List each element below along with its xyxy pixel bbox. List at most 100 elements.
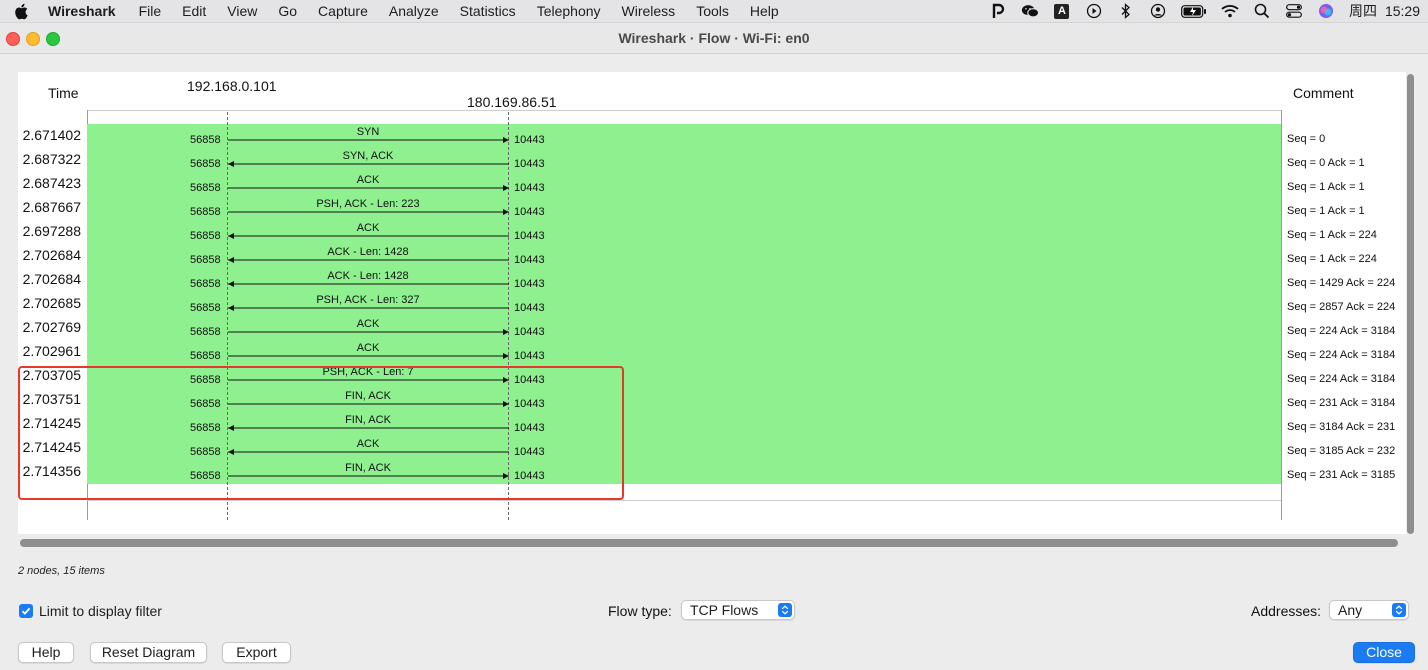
flow-arrow-right (228, 137, 509, 143)
menu-edit[interactable]: Edit (182, 3, 206, 19)
menu-statistics[interactable]: Statistics (460, 3, 516, 19)
flow-arrow-left (228, 305, 509, 311)
flow-src-port: 56858 (190, 158, 221, 170)
chevron-updown-icon (1392, 603, 1406, 617)
menu-help[interactable]: Help (750, 3, 779, 19)
flow-arrow-left (228, 161, 509, 167)
flow-src-port: 56858 (190, 302, 221, 314)
menu-telephony[interactable]: Telephony (537, 3, 601, 19)
flow-type-label: Flow type: (608, 603, 672, 619)
help-button[interactable]: Help (18, 642, 74, 663)
flow-src-port: 56858 (190, 206, 221, 218)
close-button[interactable]: Close (1353, 642, 1415, 663)
addresses-label: Addresses: (1251, 603, 1322, 619)
flow-comment: Seq = 231 Ack = 3184 (1287, 397, 1396, 409)
flow-type-value: TCP Flows (690, 602, 759, 618)
input-method-icon[interactable]: A (1053, 3, 1071, 19)
flow-arrow-right (228, 185, 509, 191)
horizontal-scrollbar[interactable] (20, 539, 1398, 547)
flow-row[interactable]: 2.702769 56858 ACK 10443 Seq = 224 Ack = 318… (18, 316, 1406, 340)
menu-go[interactable]: Go (278, 3, 297, 19)
menu-bar: Wireshark File Edit View Go Capture Anal… (0, 0, 1428, 23)
flow-time: 2.671402 (22, 127, 81, 143)
status-area: A 周四 15:29 (989, 0, 1420, 22)
flow-row[interactable]: 2.697288 56858 ACK 10443 Seq = 1 Ack = 224 (18, 220, 1406, 244)
menu-analyze[interactable]: Analyze (389, 3, 439, 19)
limit-filter-checkbox[interactable] (19, 604, 33, 618)
limit-filter-control[interactable]: Limit to display filter (19, 603, 162, 619)
play-icon[interactable] (1085, 3, 1103, 19)
flow-src-port: 56858 (190, 134, 221, 146)
flow-dst-port: 10443 (514, 302, 545, 314)
flow-comment: Seq = 1429 Ack = 224 (1287, 277, 1396, 289)
flow-dst-port: 10443 (514, 134, 545, 146)
flow-time: 2.687322 (22, 151, 81, 167)
menu-tools[interactable]: Tools (696, 3, 729, 19)
flow-row[interactable]: 2.671402 56858 SYN 10443 Seq = 0 (18, 124, 1406, 148)
wifi-icon[interactable] (1221, 3, 1239, 19)
p-app-icon[interactable] (989, 3, 1007, 19)
flow-time: 2.702684 (22, 247, 81, 263)
flow-dst-port: 10443 (514, 206, 545, 218)
flow-arrow-left (228, 257, 509, 263)
flow-comment: Seq = 224 Ack = 3184 (1287, 325, 1396, 337)
reset-diagram-button[interactable]: Reset Diagram (90, 642, 207, 663)
addresses-select[interactable]: Any (1329, 600, 1409, 620)
flow-row[interactable]: 2.687667 56858 PSH, ACK - Len: 223 10443 Seq… (18, 196, 1406, 220)
flow-comment: Seq = 0 Ack = 1 (1287, 157, 1365, 169)
window-titlebar: Wireshark · Flow · Wi-Fi: en0 (0, 23, 1428, 54)
siri-icon[interactable] (1317, 3, 1335, 19)
flow-dst-port: 10443 (514, 350, 545, 362)
flow-time: 2.702684 (22, 271, 81, 287)
battery-icon[interactable] (1181, 3, 1207, 19)
flow-time: 2.687423 (22, 175, 81, 191)
flow-arrow-left (228, 281, 509, 287)
flow-arrow-right (228, 329, 509, 335)
node-left-address[interactable]: 192.168.0.101 (187, 78, 277, 94)
flow-row[interactable]: 2.687322 56858 SYN, ACK 10443 Seq = 0 Ack = … (18, 148, 1406, 172)
flow-row[interactable]: 2.702961 56858 ACK 10443 Seq = 224 Ack = 318… (18, 340, 1406, 364)
flow-dst-port: 10443 (514, 326, 545, 338)
addresses-value: Any (1338, 602, 1363, 618)
flow-row[interactable]: 2.702684 56858 ACK - Len: 1428 10443 Seq = 1… (18, 244, 1406, 268)
menu-app-wireshark[interactable]: Wireshark (48, 3, 116, 19)
flow-type-select[interactable]: TCP Flows (681, 600, 795, 620)
apple-icon[interactable] (14, 2, 32, 20)
flow-comment: Seq = 1 Ack = 1 (1287, 205, 1365, 217)
flow-comment: Seq = 3184 Ack = 231 (1287, 421, 1396, 433)
flow-arrow-right (228, 353, 509, 359)
flow-dst-port: 10443 (514, 182, 545, 194)
flow-row[interactable]: 2.702684 56858 ACK - Len: 1428 10443 Seq = 1… (18, 268, 1406, 292)
vertical-scrollbar[interactable] (1407, 74, 1414, 534)
time-column-header: Time (48, 85, 79, 101)
flow-comment: Seq = 224 Ack = 3184 (1287, 349, 1396, 361)
wechat-icon[interactable] (1021, 3, 1039, 19)
menu-file[interactable]: File (139, 3, 162, 19)
control-center-icon[interactable] (1285, 3, 1303, 19)
flow-comment: Seq = 1 Ack = 224 (1287, 229, 1377, 241)
flow-time: 2.702769 (22, 319, 81, 335)
export-button[interactable]: Export (222, 642, 291, 663)
window-title: Wireshark · Flow · Wi-Fi: en0 (618, 30, 810, 46)
limit-filter-label[interactable]: Limit to display filter (39, 603, 162, 619)
search-icon[interactable] (1253, 3, 1271, 19)
menubar-day: 周四 (1348, 3, 1377, 19)
flow-time: 2.697288 (22, 223, 81, 239)
node-right-address[interactable]: 180.169.86.51 (467, 94, 557, 110)
flow-comment: Seq = 1 Ack = 1 (1287, 181, 1365, 193)
bluetooth-icon[interactable] (1117, 3, 1135, 19)
user-icon[interactable] (1149, 3, 1167, 19)
flow-src-port: 56858 (190, 254, 221, 266)
menu-wireless[interactable]: Wireless (622, 3, 676, 19)
flow-comment: Seq = 0 (1287, 133, 1326, 145)
flow-dst-port: 10443 (514, 230, 545, 242)
input-method-label: A (1054, 3, 1070, 19)
chevron-updown-icon (778, 603, 792, 617)
menubar-clock[interactable]: 15:29 (1385, 3, 1420, 19)
flow-row[interactable]: 2.687423 56858 ACK 10443 Seq = 1 Ack = 1 (18, 172, 1406, 196)
flow-row[interactable]: 2.702685 56858 PSH, ACK - Len: 327 10443 Seq… (18, 292, 1406, 316)
flow-time: 2.702685 (22, 295, 81, 311)
header-separator (87, 110, 1281, 111)
menu-view[interactable]: View (227, 3, 257, 19)
menu-capture[interactable]: Capture (318, 3, 368, 19)
